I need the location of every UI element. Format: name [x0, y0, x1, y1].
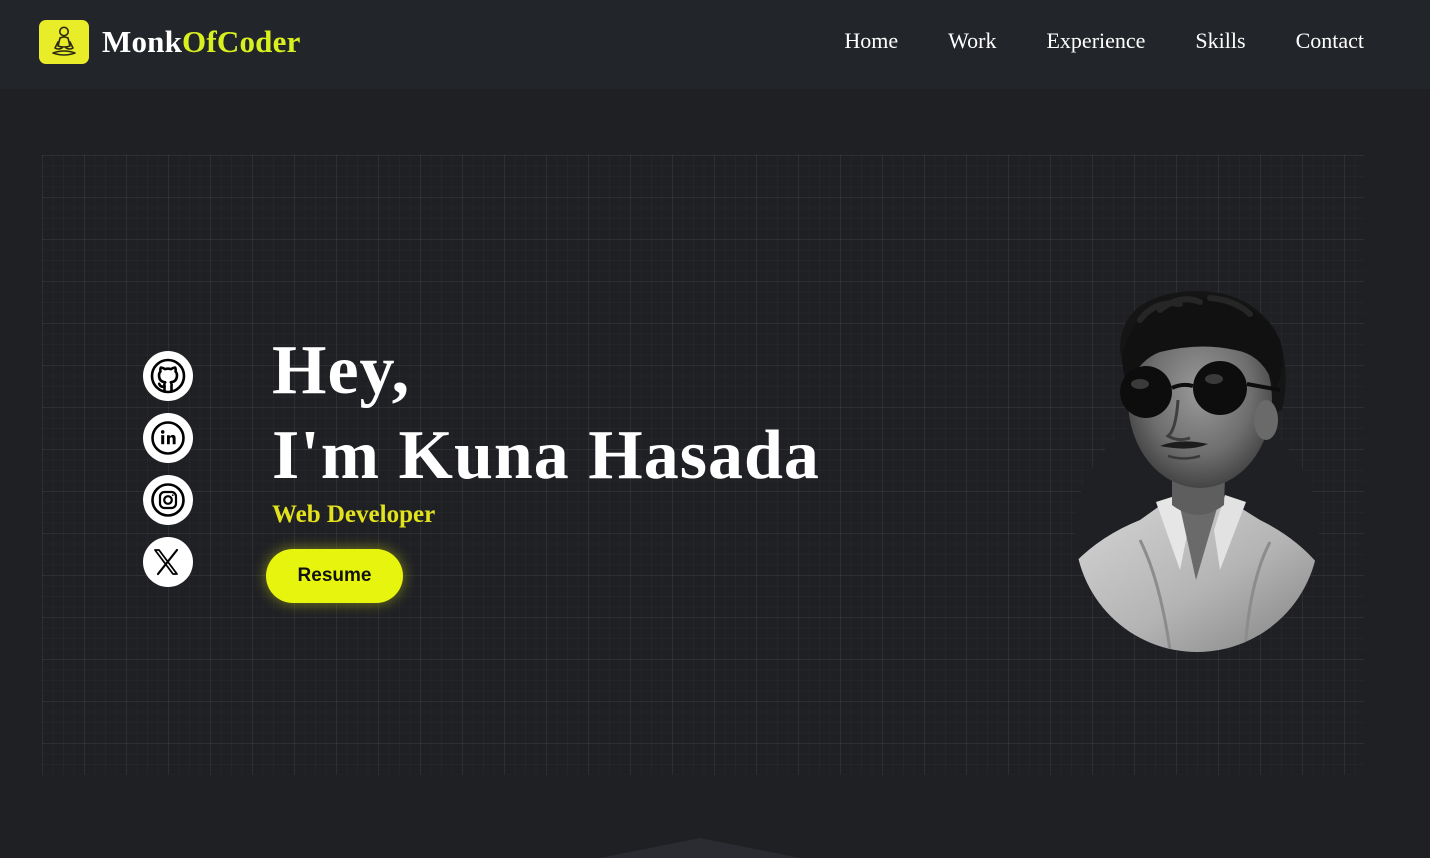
nav-links: Home Work Experience Skills Contact: [844, 28, 1364, 54]
hero-name: I'm Kuna Hasada: [272, 417, 820, 494]
linkedin-link[interactable]: [143, 413, 193, 463]
brand-logo[interactable]: MonkOfCoder: [39, 20, 301, 64]
github-link[interactable]: [143, 351, 193, 401]
linkedin-icon: [151, 421, 185, 455]
x-link[interactable]: [143, 537, 193, 587]
profile-portrait: [1075, 291, 1319, 652]
nav-home[interactable]: Home: [844, 28, 898, 54]
instagram-link[interactable]: [143, 475, 193, 525]
nav-skills[interactable]: Skills: [1195, 28, 1245, 54]
monk-icon: [39, 20, 89, 64]
hero-greeting: Hey,: [272, 332, 411, 409]
brand-name: MonkOfCoder: [102, 24, 301, 60]
x-icon: [154, 548, 179, 576]
hero-text: Hey, I'm Kuna Hasada Web Developer: [272, 328, 820, 529]
brand-name-part2: OfCoder: [182, 24, 301, 59]
hero-role: Web Developer: [272, 501, 436, 528]
social-links: [143, 351, 193, 587]
nav-experience[interactable]: Experience: [1046, 28, 1145, 54]
decorative-shape: [600, 838, 800, 858]
nav-work[interactable]: Work: [948, 28, 996, 54]
resume-button[interactable]: Resume: [266, 549, 403, 603]
brand-name-part1: Monk: [102, 24, 183, 59]
instagram-icon: [151, 483, 185, 517]
navbar: MonkOfCoder Home Work Experience Skills …: [0, 0, 1430, 89]
nav-contact[interactable]: Contact: [1296, 28, 1364, 54]
github-icon: [150, 358, 186, 394]
